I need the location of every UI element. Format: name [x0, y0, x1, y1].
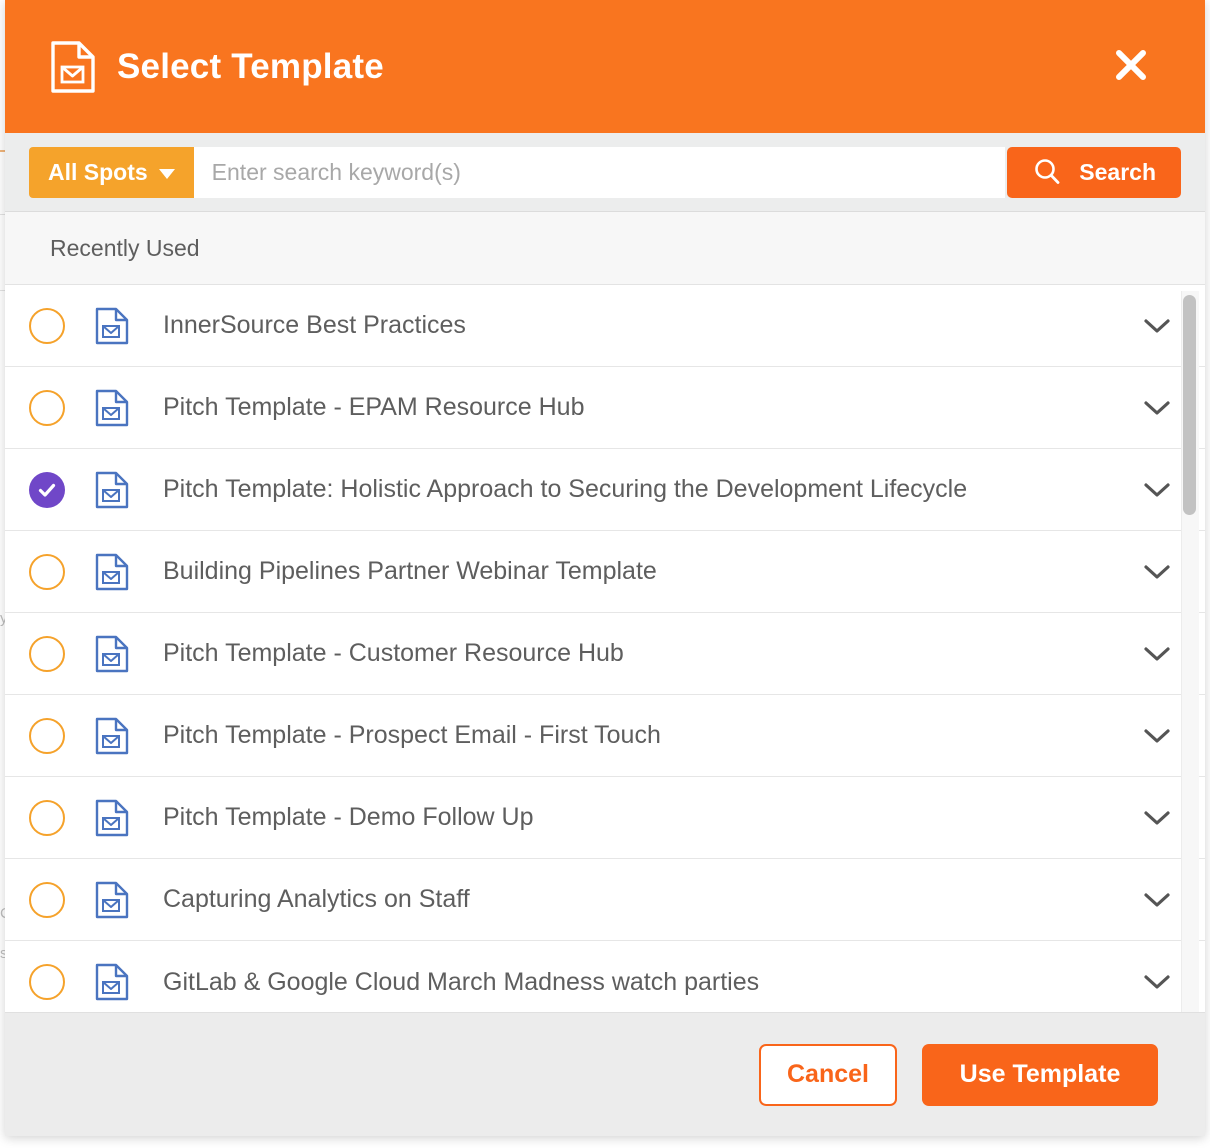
template-title: Pitch Template - Demo Follow Up — [163, 803, 534, 831]
page-title: Select Template — [117, 47, 384, 86]
template-row[interactable]: Building Pipelines Partner Webinar Templ… — [5, 531, 1205, 613]
search-button[interactable]: Search — [1007, 146, 1181, 198]
template-title: Pitch Template - Prospect Email - First … — [163, 721, 661, 749]
recently-used-label: Recently Used — [50, 234, 200, 261]
chevron-down-icon[interactable] — [1134, 973, 1180, 991]
template-title: Capturing Analytics on Staff — [163, 885, 470, 913]
template-title: InnerSource Best Practices — [163, 311, 466, 339]
radio-unselected[interactable] — [29, 635, 65, 672]
chevron-down-icon — [158, 168, 175, 179]
dialog-header: Select Template — [5, 0, 1205, 133]
chevron-down-icon[interactable] — [1134, 481, 1180, 499]
dialog-header-left: Select Template — [50, 40, 384, 94]
template-row[interactable]: GitLab & Google Cloud March Madness watc… — [5, 941, 1205, 1012]
template-row[interactable]: Pitch Template: Holistic Approach to Sec… — [5, 449, 1205, 531]
radio-unselected[interactable] — [29, 881, 65, 918]
template-row[interactable]: Pitch Template - Demo Follow Up — [5, 777, 1205, 859]
spots-scope-label: All Spots — [48, 158, 148, 185]
document-email-icon — [95, 307, 129, 344]
search-icon — [1035, 159, 1060, 184]
template-title: Building Pipelines Partner Webinar Templ… — [163, 557, 657, 585]
radio-selected[interactable] — [29, 471, 65, 508]
template-title: Pitch Template - EPAM Resource Hub — [163, 393, 585, 421]
template-list-container: InnerSource Best Practices Pitch Template… — [5, 285, 1205, 1012]
select-template-dialog: Select Template All Spots Search Recentl… — [5, 0, 1205, 1136]
radio-unselected[interactable] — [29, 389, 65, 426]
document-email-icon — [95, 635, 129, 672]
document-email-icon — [95, 799, 129, 836]
radio-unselected[interactable] — [29, 717, 65, 754]
template-row[interactable]: Pitch Template - Prospect Email - First … — [5, 695, 1205, 777]
use-template-button[interactable]: Use Template — [922, 1043, 1158, 1106]
template-row[interactable]: InnerSource Best Practices — [5, 285, 1205, 367]
chevron-down-icon[interactable] — [1134, 399, 1180, 417]
search-input[interactable] — [193, 146, 1006, 198]
document-email-icon — [95, 553, 129, 590]
chevron-down-icon[interactable] — [1134, 727, 1180, 745]
recently-used-header: Recently Used — [5, 212, 1205, 285]
template-title: Pitch Template - Customer Resource Hub — [163, 639, 624, 667]
template-row[interactable]: Pitch Template - EPAM Resource Hub — [5, 367, 1205, 449]
chevron-down-icon[interactable] — [1134, 645, 1180, 663]
spots-scope-dropdown[interactable]: All Spots — [29, 146, 194, 198]
document-email-icon — [51, 40, 95, 93]
radio-unselected[interactable] — [29, 307, 65, 344]
document-email-icon — [95, 717, 129, 754]
radio-unselected[interactable] — [29, 799, 65, 836]
template-row[interactable]: Pitch Template - Customer Resource Hub — [5, 613, 1205, 695]
document-email-icon — [95, 389, 129, 426]
close-icon[interactable] — [1113, 47, 1149, 83]
search-bar: All Spots Search — [5, 133, 1205, 212]
scrollbar-thumb[interactable] — [1183, 295, 1196, 515]
template-list[interactable]: InnerSource Best Practices Pitch Template… — [5, 285, 1205, 1012]
template-title: Pitch Template: Holistic Approach to Sec… — [163, 475, 968, 503]
document-email-icon — [95, 963, 129, 1001]
chevron-down-icon[interactable] — [1134, 891, 1180, 909]
document-email-icon — [95, 471, 129, 508]
chevron-down-icon[interactable] — [1134, 809, 1180, 827]
radio-unselected[interactable] — [29, 553, 65, 590]
chevron-down-icon[interactable] — [1134, 563, 1180, 581]
radio-unselected[interactable] — [29, 964, 65, 1000]
check-icon — [38, 483, 56, 497]
document-email-icon — [95, 881, 129, 918]
template-row[interactable]: Capturing Analytics on Staff — [5, 859, 1205, 941]
chevron-down-icon[interactable] — [1134, 317, 1180, 335]
dialog-footer: Cancel Use Template — [5, 1012, 1205, 1136]
cancel-button[interactable]: Cancel — [759, 1043, 897, 1106]
search-button-label: Search — [1079, 158, 1156, 185]
template-title: GitLab & Google Cloud March Madness watc… — [163, 967, 760, 996]
